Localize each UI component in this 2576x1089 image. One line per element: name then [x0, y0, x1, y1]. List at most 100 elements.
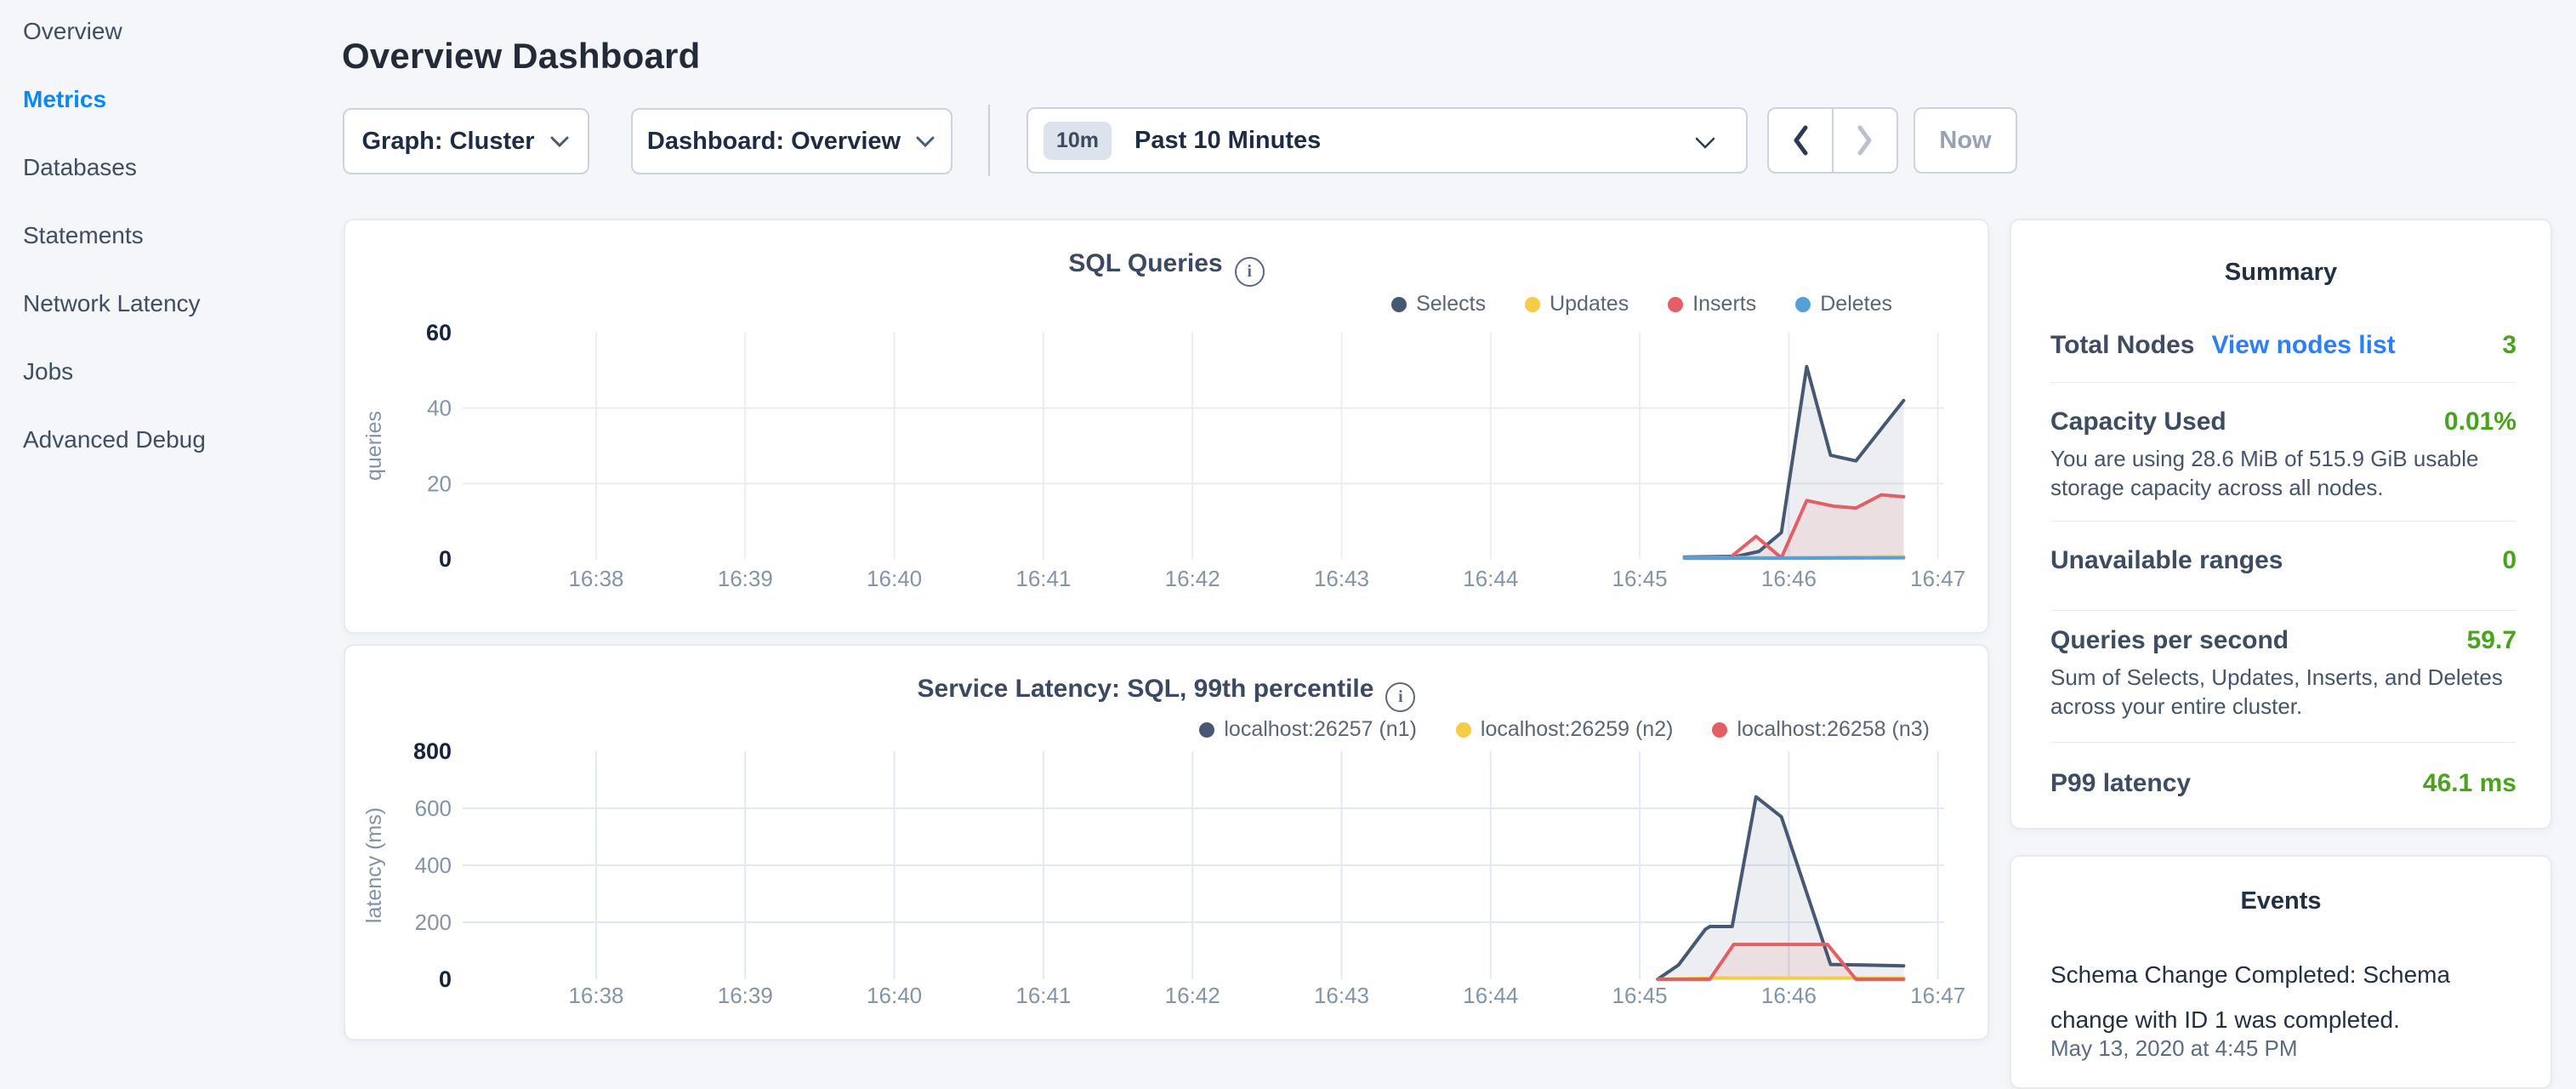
svg-text:16:43: 16:43: [1314, 983, 1369, 1008]
chart-legend: localhost:26257 (n1) localhost:26259 (n2)…: [1199, 717, 1930, 742]
svg-text:16:43: 16:43: [1314, 566, 1369, 591]
sidebar-item-jobs[interactable]: Jobs: [23, 358, 304, 402]
summary-row-unavailable-ranges: Unavailable ranges0: [2050, 546, 2516, 575]
svg-text:16:41: 16:41: [1015, 983, 1071, 1008]
summary-label: Queries per second: [2050, 626, 2289, 655]
chevron-down-icon: [549, 134, 571, 149]
service-latency-chart-card: Service Latency: SQL, 99th percentile i l…: [344, 644, 1989, 1041]
sidebar-item-advanced-debug[interactable]: Advanced Debug: [23, 426, 304, 470]
legend-label: Deletes: [1820, 292, 1892, 316]
next-time-button[interactable]: [1834, 109, 1896, 172]
events-panel: Events Schema Change Completed: Schema c…: [2010, 855, 2552, 1089]
info-icon[interactable]: i: [1235, 257, 1265, 287]
sql-queries-chart-card: SQL Queries i Selects Updates Inserts Delete…: [344, 219, 1989, 634]
legend-item-deletes[interactable]: Deletes: [1795, 292, 1892, 316]
svg-text:16:47: 16:47: [1910, 983, 1965, 1008]
legend-item-selects[interactable]: Selects: [1391, 292, 1486, 316]
svg-text:16:38: 16:38: [568, 983, 623, 1008]
dashboard-dropdown[interactable]: Dashboard: Overview: [631, 108, 952, 174]
controls-divider: [988, 105, 990, 176]
sidebar-item-statements[interactable]: Statements: [23, 222, 304, 266]
svg-text:800: 800: [413, 739, 452, 764]
chevron-right-icon: [1855, 123, 1875, 158]
summary-panel: Summary Total NodesView nodes list3Capac…: [2010, 219, 2552, 830]
svg-text:0: 0: [439, 546, 452, 572]
info-icon[interactable]: i: [1385, 682, 1415, 712]
summary-description: Sum of Selects, Updates, Inserts, and De…: [2050, 663, 2516, 721]
legend-dot: [1456, 722, 1471, 738]
chart-title-text: SQL Queries: [1068, 249, 1222, 277]
svg-text:16:40: 16:40: [867, 566, 922, 591]
summary-label: Capacity Used: [2050, 408, 2226, 436]
svg-text:16:44: 16:44: [1463, 566, 1518, 591]
summary-label: Unavailable ranges: [2050, 546, 2283, 575]
svg-text:queries: queries: [362, 411, 386, 481]
svg-text:16:44: 16:44: [1463, 983, 1518, 1008]
time-range-badge: 10m: [1043, 122, 1112, 160]
chart-legend: Selects Updates Inserts Deletes: [1391, 292, 1892, 316]
svg-text:16:41: 16:41: [1015, 566, 1071, 591]
divider: [2050, 382, 2516, 383]
svg-text:16:46: 16:46: [1761, 566, 1817, 591]
divider: [2050, 742, 2516, 743]
chevron-down-icon: [1693, 135, 1717, 155]
chart-title-text: Service Latency: SQL, 99th percentile: [918, 675, 1374, 703]
divider: [2050, 521, 2516, 522]
summary-value: 46.1 ms: [2423, 769, 2516, 798]
view-nodes-list-link[interactable]: View nodes list: [2211, 331, 2395, 360]
sidebar-item-overview[interactable]: Overview: [23, 18, 304, 62]
time-step-buttons: [1767, 107, 1898, 174]
legend-dot: [1712, 722, 1727, 738]
legend-dot: [1795, 297, 1811, 312]
legend-item-localhost-26259-n2[interactable]: localhost:26259 (n2): [1456, 717, 1674, 742]
svg-text:16:42: 16:42: [1165, 566, 1220, 591]
summary-row-queries-per-second: Queries per second59.7: [2050, 626, 2516, 655]
sidebar-item-metrics[interactable]: Metrics: [23, 86, 304, 130]
summary-row-total-nodes: Total Nodes View nodes list 3: [2050, 331, 2516, 360]
events-heading: Events: [2011, 887, 2550, 915]
legend-dot: [1199, 722, 1214, 738]
legend-label: Inserts: [1692, 292, 1756, 316]
sidebar-item-network-latency[interactable]: Network Latency: [23, 290, 304, 334]
legend-item-localhost-26258-n3[interactable]: localhost:26258 (n3): [1712, 717, 1930, 742]
legend-label: localhost:26257 (n1): [1224, 717, 1417, 742]
legend-item-localhost-26257-n1[interactable]: localhost:26257 (n1): [1199, 717, 1417, 742]
graph-scope-dropdown[interactable]: Graph: Cluster: [343, 108, 589, 174]
time-range-dropdown[interactable]: 10m Past 10 Minutes: [1026, 107, 1748, 174]
summary-label: P99 latency: [2050, 769, 2191, 798]
legend-label: localhost:26258 (n3): [1737, 717, 1930, 742]
now-button[interactable]: Now: [1914, 107, 2017, 174]
svg-text:0: 0: [439, 966, 452, 992]
svg-text:60: 60: [426, 321, 452, 345]
svg-text:16:45: 16:45: [1612, 566, 1668, 591]
svg-text:16:42: 16:42: [1165, 983, 1220, 1008]
divider: [2050, 610, 2516, 611]
legend-label: localhost:26259 (n2): [1481, 717, 1674, 742]
summary-value: 3: [2502, 331, 2516, 360]
sql-queries-plot: 16:3816:3916:4016:4116:4216:4316:4416:45…: [345, 321, 1991, 602]
svg-text:latency (ms): latency (ms): [362, 807, 386, 923]
legend-item-inserts[interactable]: Inserts: [1668, 292, 1756, 316]
time-range-label: Past 10 Minutes: [1134, 127, 1321, 155]
previous-time-button[interactable]: [1769, 109, 1832, 172]
svg-text:200: 200: [415, 909, 452, 935]
svg-text:40: 40: [427, 396, 452, 421]
svg-text:20: 20: [427, 470, 452, 496]
graph-scope-label: Graph: Cluster: [361, 128, 534, 156]
overview-dashboard-page: Overview Metrics Databases Statements Networ…: [0, 0, 2576, 1052]
dashboard-label: Dashboard: Overview: [647, 128, 901, 156]
chart-title: Service Latency: SQL, 99th percentile i: [345, 675, 1987, 712]
svg-text:16:40: 16:40: [867, 983, 922, 1008]
legend-item-updates[interactable]: Updates: [1525, 292, 1629, 316]
sidebar-item-databases[interactable]: Databases: [23, 154, 304, 198]
summary-row-capacity-used: Capacity Used0.01%: [2050, 408, 2516, 436]
legend-dot: [1525, 297, 1540, 312]
legend-dot: [1391, 297, 1407, 312]
event-timestamp: May 13, 2020 at 4:45 PM: [2050, 1035, 2516, 1062]
legend-dot: [1668, 297, 1683, 312]
summary-label: Total Nodes: [2050, 331, 2194, 360]
legend-label: Updates: [1550, 292, 1629, 316]
svg-text:16:46: 16:46: [1761, 983, 1817, 1008]
chart-title: SQL Queries i: [345, 249, 1987, 287]
svg-text:600: 600: [415, 795, 452, 821]
